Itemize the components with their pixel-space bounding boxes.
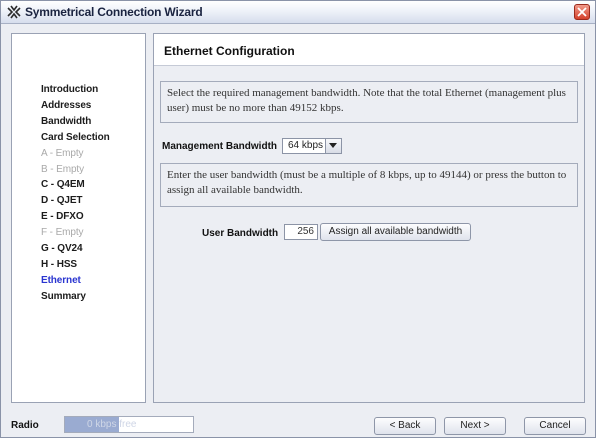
management-bandwidth-value: 64 kbps	[288, 140, 324, 151]
dropdown-button[interactable]	[325, 139, 341, 153]
user-bandwidth-input[interactable]: 256	[284, 224, 318, 240]
page-header: Ethernet Configuration	[154, 34, 584, 66]
cancel-button[interactable]: Cancel	[524, 417, 586, 435]
nav-step-f-empty: F - Empty	[41, 227, 84, 239]
management-info-text: Select the required management bandwidth…	[167, 87, 566, 114]
next-button[interactable]: Next >	[444, 417, 506, 435]
page-title: Ethernet Configuration	[164, 44, 295, 58]
nav-step-a-empty: A - Empty	[41, 147, 84, 159]
nav-step-g-qv24[interactable]: G - QV24	[41, 243, 83, 254]
back-button[interactable]: < Back	[374, 417, 436, 435]
wizard-steps-panel: Introduction Addresses Bandwidth Card Selec…	[11, 33, 146, 403]
status-bar: Radio 0 kbps free < Back Next > Cancel	[1, 411, 595, 438]
management-bandwidth-label: Management Bandwidth	[162, 141, 278, 152]
window-title: Symmetrical Connection Wizard	[25, 5, 203, 19]
wizard-app-icon	[7, 5, 21, 19]
radio-bandwidth-meter: 0 kbps free	[64, 416, 194, 433]
nav-step-d-qjet[interactable]: D - QJET	[41, 195, 83, 206]
nav-step-card-selection[interactable]: Card Selection	[41, 132, 110, 143]
management-bandwidth-select[interactable]: 64 kbps	[282, 138, 342, 154]
nav-step-summary[interactable]: Summary	[41, 291, 86, 302]
close-icon	[577, 7, 587, 17]
radio-bandwidth-text: 0 kbps free	[87, 419, 137, 430]
title-bar[interactable]: Symmetrical Connection Wizard	[1, 1, 595, 24]
nav-step-ethernet[interactable]: Ethernet	[41, 275, 81, 286]
content-panel: Ethernet Configuration Select the requir…	[153, 33, 585, 403]
radio-label: Radio	[11, 420, 39, 431]
nav-step-c-q4em[interactable]: C - Q4EM	[41, 179, 85, 190]
nav-step-addresses[interactable]: Addresses	[41, 100, 91, 111]
user-bandwidth-label: User Bandwidth	[202, 228, 279, 239]
wizard-window: Symmetrical Connection Wizard Introducti…	[0, 0, 596, 438]
nav-step-e-dfxo[interactable]: E - DFXO	[41, 211, 84, 222]
nav-step-introduction[interactable]: Introduction	[41, 84, 98, 95]
close-button[interactable]	[574, 4, 590, 20]
user-bandwidth-info-box: Enter the user bandwidth (must be a mult…	[160, 163, 578, 207]
management-info-box: Select the required management bandwidth…	[160, 81, 578, 123]
nav-step-bandwidth[interactable]: Bandwidth	[41, 116, 91, 127]
nav-step-h-hss[interactable]: H - HSS	[41, 259, 77, 270]
user-bandwidth-info-text: Enter the user bandwidth (must be a mult…	[167, 169, 567, 196]
nav-step-b-empty: B - Empty	[41, 163, 84, 175]
assign-all-bandwidth-button[interactable]: Assign all available bandwidth	[320, 223, 471, 241]
chevron-down-icon	[329, 143, 337, 148]
